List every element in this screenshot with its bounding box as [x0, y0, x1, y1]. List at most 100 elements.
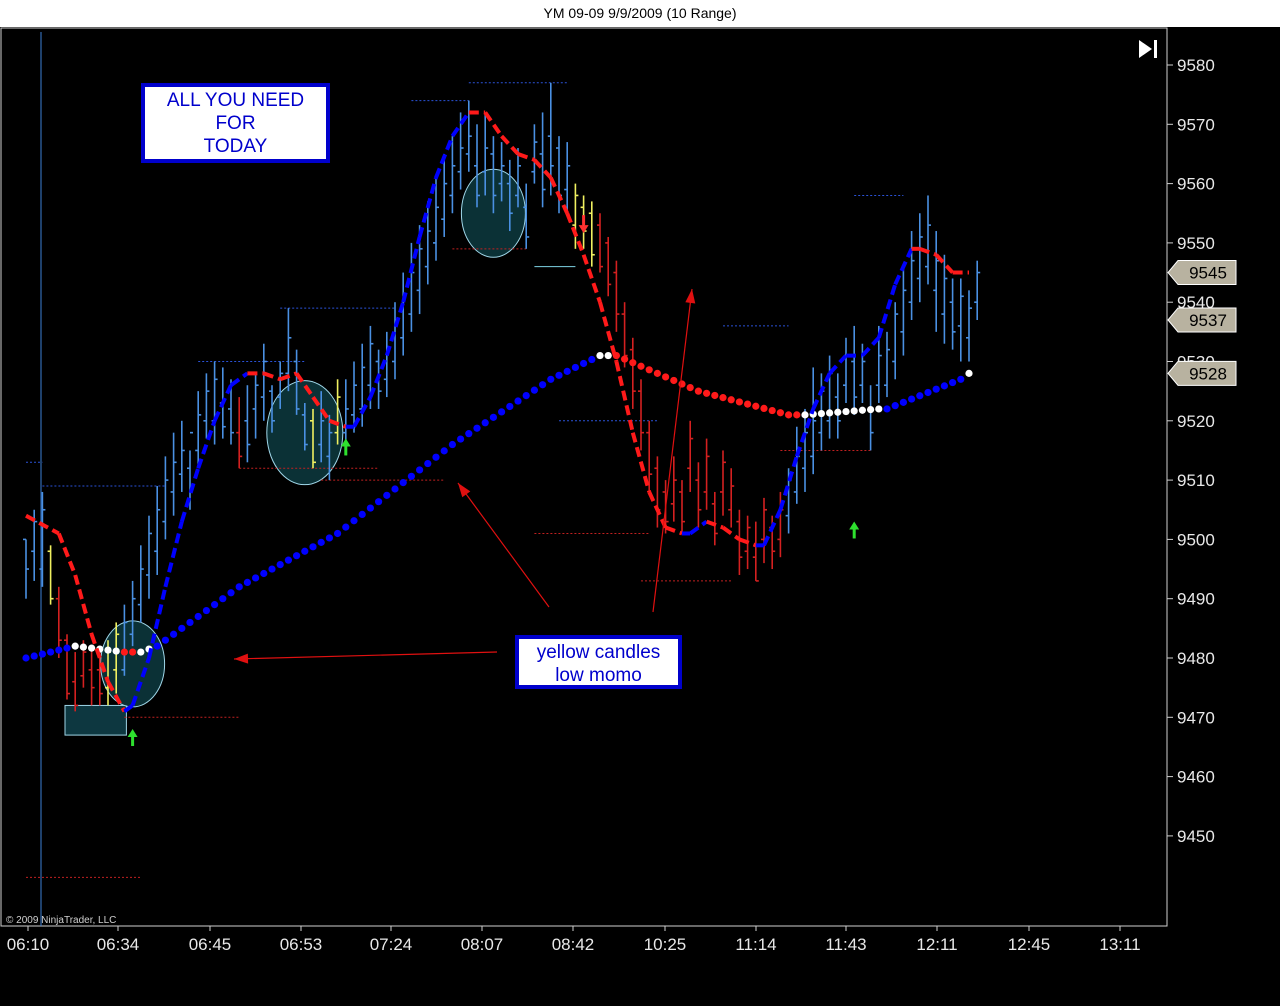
- slow-ma-dot: [530, 386, 539, 394]
- slow-ma-dot: [686, 383, 694, 392]
- y-tick-label: 9460: [1177, 768, 1215, 787]
- slow-ma-dot: [489, 413, 497, 421]
- slow-ma-dot: [842, 407, 850, 416]
- slow-ma-dot: [908, 395, 916, 403]
- slow-ma-dot: [850, 407, 858, 415]
- slow-ma-dot: [596, 351, 604, 360]
- y-tick-label: 9550: [1177, 234, 1215, 253]
- slow-ma-dot: [858, 406, 867, 414]
- slow-ma-dot: [186, 618, 194, 627]
- slow-ma-dot: [375, 498, 383, 506]
- x-tick-label: 13:11: [1099, 935, 1140, 954]
- slow-ma-dot: [539, 381, 547, 389]
- slow-ma-dot: [653, 369, 662, 377]
- slow-ma-dot: [309, 543, 317, 551]
- slow-ma-dot: [875, 405, 883, 413]
- price-marker-label: 9528: [1189, 364, 1227, 383]
- x-tick-label: 10:25: [644, 935, 687, 954]
- price-marker-label: 9537: [1189, 311, 1227, 330]
- slow-ma-dot: [161, 636, 169, 644]
- slow-ma-dot: [891, 402, 899, 410]
- annotation-line: low momo: [555, 665, 642, 686]
- x-tick-label: 08:07: [461, 935, 504, 954]
- slow-ma-dot: [719, 394, 727, 402]
- y-tick-label: 9510: [1177, 471, 1215, 490]
- annotation-all-you-need: ALL YOU NEED FOR TODAY: [141, 83, 330, 163]
- slow-ma-dot: [104, 646, 112, 654]
- slow-ma-dot: [235, 583, 243, 591]
- slow-ma-dot: [358, 510, 366, 519]
- slow-ma-dot: [506, 402, 514, 411]
- slow-ma-dot: [727, 396, 735, 404]
- slow-ma-dot: [88, 644, 96, 652]
- slow-ma-dot: [703, 389, 711, 397]
- slow-ma-dot: [268, 565, 276, 573]
- arrow-shaft: [131, 736, 135, 747]
- slow-ma-dot: [112, 647, 120, 655]
- window-title: YM 09-09 9/9/2009 (10 Range): [543, 5, 737, 21]
- slow-ma-dot: [432, 453, 440, 461]
- slow-ma-dot: [949, 378, 957, 387]
- slow-ma-dot: [711, 391, 719, 400]
- zones-layer: [64, 704, 127, 736]
- slow-ma-dot: [30, 652, 38, 660]
- slow-ma-dot: [47, 648, 55, 656]
- price-marker: 9528: [1167, 360, 1237, 386]
- slow-ma-dot: [399, 479, 407, 487]
- slow-ma-dot: [752, 402, 760, 410]
- slow-ma-dot: [629, 359, 637, 367]
- slow-ma-dot: [940, 382, 949, 390]
- slow-ma-dot: [899, 398, 908, 406]
- slow-ma-dot: [662, 373, 670, 381]
- slow-ma-dot: [604, 351, 612, 360]
- slow-ma-dot: [137, 648, 145, 656]
- arrow-shaft: [852, 528, 856, 539]
- x-tick-label: 12:11: [916, 935, 957, 954]
- slow-ma-dot: [71, 642, 79, 650]
- slow-ma-dot: [776, 409, 785, 417]
- slow-ma-dot: [55, 646, 63, 654]
- slow-ma-dot: [129, 648, 137, 656]
- slow-ma-dot: [670, 376, 678, 385]
- slow-ma-dot: [637, 362, 645, 370]
- slow-ma-dot: [563, 367, 571, 375]
- slow-ma-dot: [120, 648, 128, 656]
- slow-ma-dot: [342, 523, 350, 531]
- slow-ma-dot: [916, 392, 924, 400]
- y-tick-label: 9450: [1177, 827, 1215, 846]
- annotation-line: TODAY: [203, 136, 268, 157]
- slow-ma-dot: [883, 405, 891, 413]
- slow-ma-dot: [276, 561, 284, 569]
- price-marker: 9537: [1167, 307, 1237, 333]
- price-markers: 9545 9537 9528: [1167, 260, 1237, 386]
- slow-ma-dot: [924, 388, 932, 397]
- price-marker: 9545: [1167, 260, 1237, 286]
- slow-ma-dot: [834, 408, 842, 416]
- slow-ma-dot: [448, 440, 456, 449]
- slow-ma-dot: [571, 363, 580, 372]
- slow-ma-dot: [735, 398, 744, 406]
- slow-ma-dot: [325, 534, 333, 542]
- slow-ma-dot: [744, 400, 752, 408]
- slow-ma-dot: [580, 359, 588, 368]
- y-tick-label: 9490: [1177, 590, 1215, 609]
- slow-ma-dot: [424, 459, 432, 468]
- slow-ma-dot: [957, 375, 965, 383]
- chart-background: [0, 27, 1280, 1006]
- slow-ma-dot: [252, 574, 260, 582]
- y-tick-label: 9580: [1177, 56, 1215, 75]
- slow-ma-dot: [383, 491, 391, 499]
- y-tick-label: 9560: [1177, 175, 1215, 194]
- slow-ma-dot: [465, 430, 473, 438]
- slow-ma-dot: [785, 411, 793, 419]
- slow-ma-dot: [801, 411, 809, 419]
- slow-ma-dot: [334, 529, 342, 538]
- slow-ma-dot: [867, 405, 875, 414]
- slow-ma-dot: [588, 355, 596, 364]
- slow-ma-dot: [301, 547, 309, 555]
- slow-ma-dot: [194, 612, 202, 621]
- x-tick-label: 11:14: [735, 935, 776, 954]
- slow-ma-dot: [211, 601, 219, 609]
- price-chart[interactable]: 9450946094709480949095009510952095309540…: [0, 27, 1280, 1006]
- slow-ma-dot: [678, 380, 686, 388]
